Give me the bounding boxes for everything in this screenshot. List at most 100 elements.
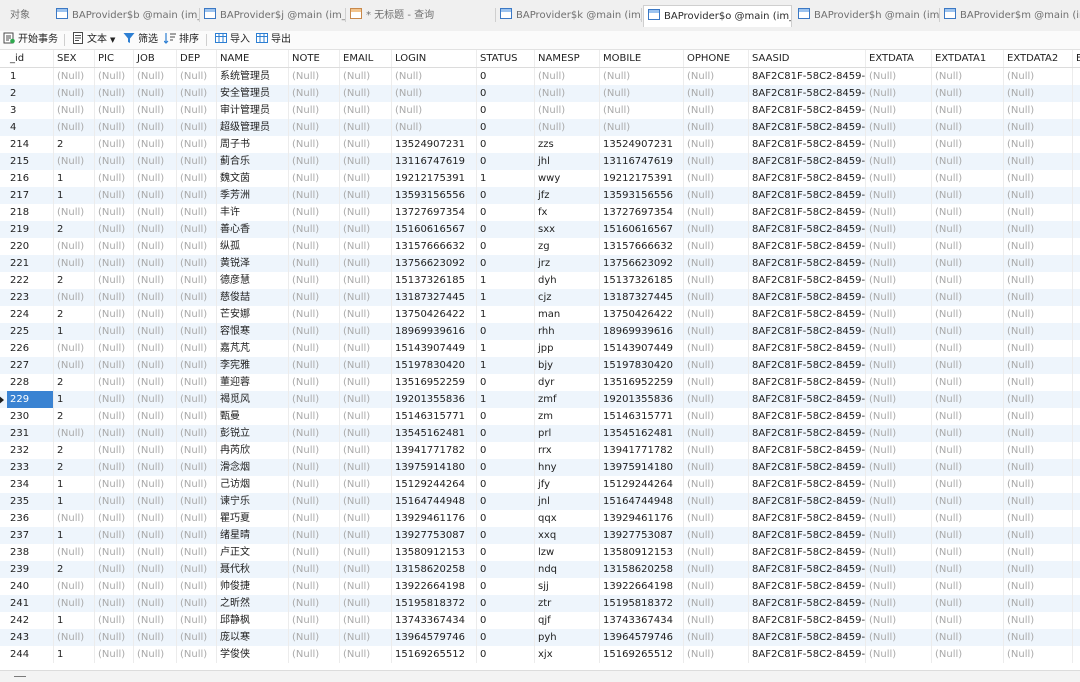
cell-status[interactable]: 0 [477, 493, 535, 510]
cell-ophone[interactable]: (Null) [684, 459, 749, 476]
cell-extdata1[interactable]: (Null) [932, 255, 1004, 272]
cell-login[interactable]: 13743367434 [392, 612, 477, 629]
cell-status[interactable]: 0 [477, 68, 535, 85]
cell-saasid[interactable]: 8AF2C81F-58C2-8459-C49 [749, 323, 866, 340]
cell-extdata[interactable]: (Null) [866, 272, 932, 289]
cell-e[interactable] [1073, 170, 1080, 187]
cell-dep[interactable]: (Null) [177, 204, 217, 221]
cell-note[interactable]: (Null) [289, 629, 340, 646]
tab-objects[interactable]: 对象 [8, 5, 52, 27]
cell-email[interactable]: (Null) [340, 408, 392, 425]
cell-email[interactable]: (Null) [340, 493, 392, 510]
cell-job[interactable]: (Null) [134, 323, 177, 340]
cell-pic[interactable]: (Null) [95, 408, 134, 425]
cell-email[interactable]: (Null) [340, 85, 392, 102]
cell-e[interactable] [1073, 425, 1080, 442]
cell-mobile[interactable]: 15129244264 [600, 476, 684, 493]
cell-status[interactable]: 0 [477, 187, 535, 204]
cell-namesp[interactable]: zg [535, 238, 600, 255]
cell-job[interactable]: (Null) [134, 510, 177, 527]
cell-mobile[interactable]: 15164744948 [600, 493, 684, 510]
cell-name[interactable]: 蓟合乐 [217, 153, 289, 170]
cell-e[interactable] [1073, 374, 1080, 391]
cell-login[interactable]: 19201355836 [392, 391, 477, 408]
cell-extdata2[interactable]: (Null) [1004, 153, 1073, 170]
cell-namesp[interactable]: (Null) [535, 102, 600, 119]
cell-mobile[interactable]: 13927753087 [600, 527, 684, 544]
cell-name[interactable]: 纵孤 [217, 238, 289, 255]
cell-mobile[interactable]: 13975914180 [600, 459, 684, 476]
cell-id[interactable]: 217 [7, 187, 54, 204]
cell-id[interactable]: 2 [7, 85, 54, 102]
cell-note[interactable]: (Null) [289, 442, 340, 459]
cell-dep[interactable]: (Null) [177, 578, 217, 595]
cell-extdata1[interactable]: (Null) [932, 425, 1004, 442]
cell-id[interactable]: 236 [7, 510, 54, 527]
cell-dep[interactable]: (Null) [177, 425, 217, 442]
cell-pic[interactable]: (Null) [95, 255, 134, 272]
cell-sex[interactable]: (Null) [54, 425, 95, 442]
cell-name[interactable]: 安全管理员 [217, 85, 289, 102]
cell-e[interactable] [1073, 527, 1080, 544]
cell-ophone[interactable]: (Null) [684, 340, 749, 357]
cell-extdata2[interactable]: (Null) [1004, 646, 1073, 663]
cell-email[interactable]: (Null) [340, 425, 392, 442]
cell-dep[interactable]: (Null) [177, 459, 217, 476]
cell-name[interactable]: 己访烟 [217, 476, 289, 493]
cell-email[interactable]: (Null) [340, 153, 392, 170]
cell-note[interactable]: (Null) [289, 459, 340, 476]
cell-login[interactable]: 13927753087 [392, 527, 477, 544]
cell-login[interactable]: 15197830420 [392, 357, 477, 374]
cell-saasid[interactable]: 8AF2C81F-58C2-8459-C49 [749, 221, 866, 238]
cell-id[interactable]: 232 [7, 442, 54, 459]
column-header-status[interactable]: STATUS [477, 50, 535, 67]
cell-note[interactable]: (Null) [289, 340, 340, 357]
cell-email[interactable]: (Null) [340, 255, 392, 272]
cell-extdata2[interactable]: (Null) [1004, 578, 1073, 595]
cell-login[interactable]: 13941771782 [392, 442, 477, 459]
cell-sex[interactable]: (Null) [54, 85, 95, 102]
cell-mobile[interactable]: 15143907449 [600, 340, 684, 357]
cell-saasid[interactable]: 8AF2C81F-58C2-8459-C49 [749, 272, 866, 289]
cell-job[interactable]: (Null) [134, 153, 177, 170]
cell-extdata1[interactable]: (Null) [932, 187, 1004, 204]
cell-login[interactable]: 15169265512 [392, 646, 477, 663]
cell-e[interactable] [1073, 629, 1080, 646]
cell-e[interactable] [1073, 578, 1080, 595]
table-row[interactable]: 217 1 (Null) (Null) (Null) 季芳洲 (Null) (Null) 135… [0, 187, 1080, 204]
cell-note[interactable]: (Null) [289, 153, 340, 170]
cell-mobile[interactable]: 13750426422 [600, 306, 684, 323]
cell-login[interactable]: (Null) [392, 68, 477, 85]
cell-namesp[interactable]: sxx [535, 221, 600, 238]
cell-pic[interactable]: (Null) [95, 272, 134, 289]
cell-note[interactable]: (Null) [289, 595, 340, 612]
cell-extdata[interactable]: (Null) [866, 255, 932, 272]
cell-id[interactable]: 235 [7, 493, 54, 510]
cell-extdata[interactable]: (Null) [866, 629, 932, 646]
cell-sex[interactable]: (Null) [54, 357, 95, 374]
cell-id[interactable]: 222 [7, 272, 54, 289]
cell-dep[interactable]: (Null) [177, 289, 217, 306]
cell-id[interactable]: 242 [7, 612, 54, 629]
cell-status[interactable]: 0 [477, 221, 535, 238]
table-row[interactable]: 227 (Null) (Null) (Null) (Null) 李宪雅 (Null) (Nul… [0, 357, 1080, 374]
cell-note[interactable]: (Null) [289, 374, 340, 391]
cell-sex[interactable]: 2 [54, 272, 95, 289]
table-row[interactable]: 214 2 (Null) (Null) (Null) 周子书 (Null) (Null) 135… [0, 136, 1080, 153]
cell-dep[interactable]: (Null) [177, 136, 217, 153]
cell-e[interactable] [1073, 272, 1080, 289]
cell-status[interactable]: 1 [477, 170, 535, 187]
cell-extdata[interactable]: (Null) [866, 408, 932, 425]
cell-id[interactable]: 237 [7, 527, 54, 544]
cell-id[interactable]: 241 [7, 595, 54, 612]
cell-name[interactable]: 善心香 [217, 221, 289, 238]
cell-dep[interactable]: (Null) [177, 595, 217, 612]
cell-dep[interactable]: (Null) [177, 238, 217, 255]
cell-saasid[interactable]: 8AF2C81F-58C2-8459-C49 [749, 68, 866, 85]
cell-sex[interactable]: (Null) [54, 340, 95, 357]
cell-id[interactable]: 1 [7, 68, 54, 85]
cell-dep[interactable]: (Null) [177, 527, 217, 544]
cell-id[interactable]: 225 [7, 323, 54, 340]
cell-namesp[interactable]: rhh [535, 323, 600, 340]
cell-e[interactable] [1073, 646, 1080, 663]
